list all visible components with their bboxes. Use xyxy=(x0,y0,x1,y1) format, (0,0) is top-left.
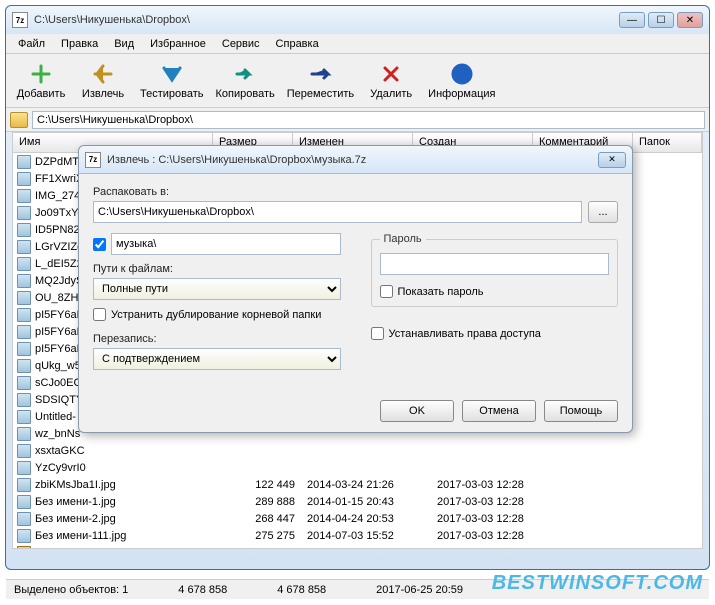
close-button[interactable]: ✕ xyxy=(677,12,703,28)
file-icon xyxy=(17,206,31,220)
restore-perms-checkbox[interactable] xyxy=(371,327,384,340)
file-icon xyxy=(17,393,31,407)
menu-bar: Файл Правка Вид Избранное Сервис Справка xyxy=(6,34,709,54)
menu-view[interactable]: Вид xyxy=(106,36,142,52)
toolbar-Добавить[interactable]: Добавить xyxy=(10,60,72,102)
extract-dialog: 7z Извлечь : C:\Users\Никушенька\Dropbox… xyxy=(78,145,633,433)
folder-icon xyxy=(10,112,28,128)
password-input[interactable] xyxy=(380,253,610,275)
overwrite-select[interactable]: С подтверждением xyxy=(93,348,341,370)
file-icon xyxy=(17,427,31,441)
file-icon xyxy=(17,257,31,271)
extract-to-label: Распаковать в: xyxy=(93,186,618,198)
ok-button[interactable]: OK xyxy=(380,400,454,422)
browse-button[interactable]: ... xyxy=(588,201,618,223)
file-icon xyxy=(17,274,31,288)
toolbar-Переместить[interactable]: Переместить xyxy=(281,60,360,102)
eliminate-dup-label: Устранить дублирование корневой папки xyxy=(111,309,321,321)
file-icon xyxy=(17,223,31,237)
dialog-title-bar: 7z Извлечь : C:\Users\Никушенька\Dropbox… xyxy=(79,146,632,174)
file-row[interactable]: Без имени-2.jpg268 4472014-04-24 20:5320… xyxy=(13,510,702,527)
toolbar-Информация[interactable]: Информация xyxy=(422,60,501,102)
menu-tools[interactable]: Сервис xyxy=(214,36,268,52)
toolbar-Удалить[interactable]: Удалить xyxy=(360,60,422,102)
cancel-button[interactable]: Отмена xyxy=(462,400,536,422)
password-group: Пароль Показать пароль xyxy=(371,233,619,307)
extract-path-input[interactable] xyxy=(93,201,582,223)
col-folders[interactable]: Папок xyxy=(633,133,702,152)
eliminate-dup-checkbox[interactable] xyxy=(93,308,106,321)
status-selection: Выделено объектов: 1 xyxy=(14,584,128,596)
paths-select[interactable]: Полные пути xyxy=(93,278,341,300)
show-password-checkbox[interactable] xyxy=(380,285,393,298)
file-row[interactable]: xsxtaGKC xyxy=(13,442,702,459)
path-input[interactable] xyxy=(32,111,705,129)
watermark: BESTWINSOFT.COM xyxy=(492,572,703,595)
file-icon xyxy=(17,461,31,475)
status-date: 2017-06-25 20:59 xyxy=(376,584,463,596)
file-row[interactable]: музыка.7z4 678 8582017-06-25 20:592017-0… xyxy=(13,544,702,549)
app-icon: 7z xyxy=(12,12,28,28)
file-icon xyxy=(17,444,31,458)
file-icon xyxy=(17,240,31,254)
minimize-button[interactable]: — xyxy=(619,12,645,28)
file-icon xyxy=(17,155,31,169)
file-icon xyxy=(17,410,31,424)
restore-perms-label: Устанавливать права доступа xyxy=(389,328,541,340)
file-icon xyxy=(17,495,31,509)
toolbar-Копировать[interactable]: Копировать xyxy=(210,60,281,102)
toolbar: ДобавитьИзвлечьТестироватьКопироватьПере… xyxy=(6,54,709,108)
subfolder-checkbox[interactable] xyxy=(93,238,106,251)
file-icon xyxy=(17,359,31,373)
dialog-app-icon: 7z xyxy=(85,152,101,168)
menu-help[interactable]: Справка xyxy=(268,36,327,52)
password-label: Пароль xyxy=(380,233,426,245)
file-icon xyxy=(17,478,31,492)
menu-favorites[interactable]: Избранное xyxy=(142,36,214,52)
address-bar xyxy=(6,108,709,132)
status-size1: 4 678 858 xyxy=(178,584,227,596)
file-icon xyxy=(17,342,31,356)
menu-file[interactable]: Файл xyxy=(10,36,53,52)
file-icon xyxy=(17,376,31,390)
dialog-title: Извлечь : C:\Users\Никушенька\Dropbox\му… xyxy=(107,154,598,166)
file-row[interactable]: zbiKMsJba1I.jpg122 4492014-03-24 21:2620… xyxy=(13,476,702,493)
file-icon xyxy=(17,512,31,526)
file-icon xyxy=(17,308,31,322)
file-row[interactable]: YzCy9vrI0 xyxy=(13,459,702,476)
overwrite-label: Перезапись: xyxy=(93,333,341,345)
file-icon xyxy=(17,325,31,339)
paths-label: Пути к файлам: xyxy=(93,263,341,275)
maximize-button[interactable]: ☐ xyxy=(648,12,674,28)
file-icon xyxy=(17,546,31,550)
file-row[interactable]: Без имени-1.jpg289 8882014-01-15 20:4320… xyxy=(13,493,702,510)
file-row[interactable]: Без имени-111.jpg275 2752014-07-03 15:52… xyxy=(13,527,702,544)
toolbar-Извлечь[interactable]: Извлечь xyxy=(72,60,134,102)
title-bar: 7z C:\Users\Никушенька\Dropbox\ — ☐ ✕ xyxy=(6,6,709,34)
menu-edit[interactable]: Правка xyxy=(53,36,106,52)
file-icon xyxy=(17,529,31,543)
window-title: C:\Users\Никушенька\Dropbox\ xyxy=(34,14,619,26)
file-icon xyxy=(17,189,31,203)
file-icon xyxy=(17,172,31,186)
help-button[interactable]: Помощь xyxy=(544,400,618,422)
show-password-label: Показать пароль xyxy=(398,286,484,298)
status-size2: 4 678 858 xyxy=(277,584,326,596)
subfolder-input[interactable] xyxy=(111,233,341,255)
toolbar-Тестировать[interactable]: Тестировать xyxy=(134,60,210,102)
file-icon xyxy=(17,291,31,305)
dialog-close-button[interactable]: ✕ xyxy=(598,152,626,168)
